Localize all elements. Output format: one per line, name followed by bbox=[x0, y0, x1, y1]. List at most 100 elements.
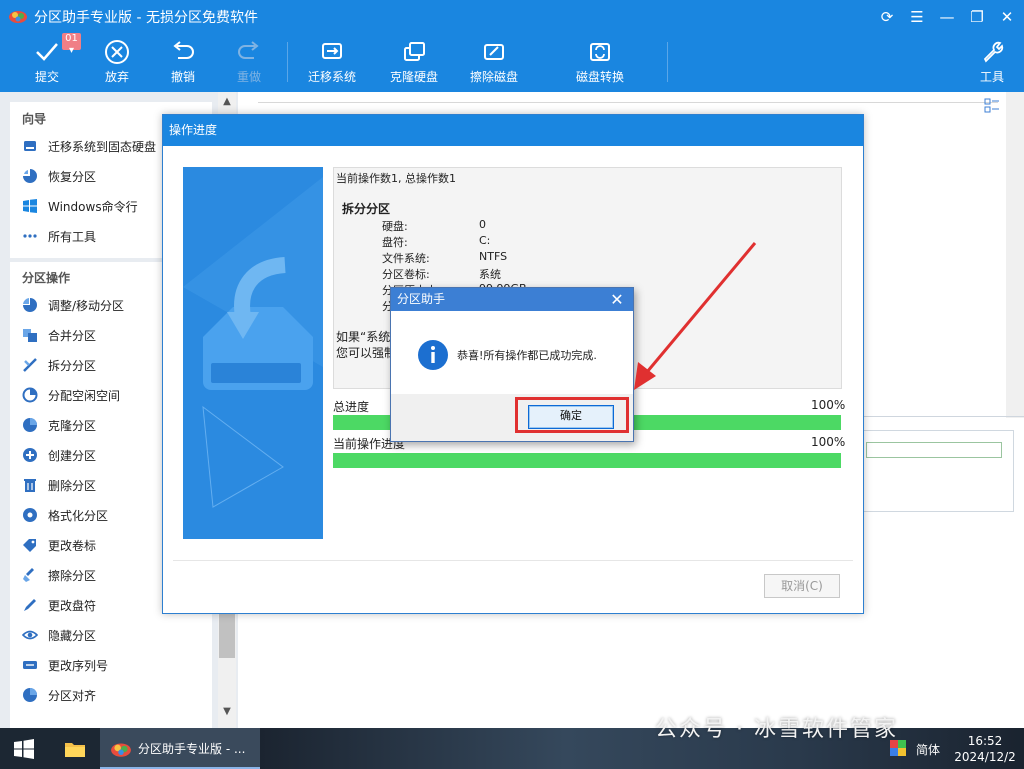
discard-button[interactable]: 放弃 bbox=[92, 38, 142, 88]
sidebar-item-label: 合并分区 bbox=[48, 328, 97, 343]
sidebar-item-label: 更改卷标 bbox=[48, 538, 97, 553]
hide-partition-icon bbox=[22, 627, 38, 643]
partition-bar[interactable] bbox=[866, 442, 1002, 458]
main-scrollbar[interactable] bbox=[1006, 92, 1024, 418]
taskbar-app-label: 分区助手专业版 - ... bbox=[138, 742, 246, 756]
log-field-key: 盘符: bbox=[382, 236, 408, 249]
sidebar-item-label: Windows命令行 bbox=[48, 199, 138, 214]
drive-letter-icon bbox=[22, 597, 38, 613]
view-toggle-icon[interactable] bbox=[984, 98, 1000, 114]
wizard-header: 向导 bbox=[22, 112, 47, 126]
sidebar-item-label: 删除分区 bbox=[48, 478, 97, 493]
clock-time: 16:52 bbox=[967, 734, 1003, 748]
convert-disk-icon bbox=[570, 38, 630, 66]
disk-convert-button[interactable]: 磁盘转换 bbox=[570, 38, 630, 88]
undo-arrow-icon bbox=[158, 38, 208, 66]
refresh-icon[interactable]: ⟳ bbox=[874, 6, 900, 28]
wipe-label: 擦除磁盘 bbox=[469, 70, 518, 84]
scroll-up-icon[interactable]: ▲ bbox=[219, 96, 235, 112]
windows-icon bbox=[22, 198, 38, 214]
progress-dialog-title-text: 操作进度 bbox=[169, 123, 218, 137]
sidebar-item-label: 迁移系统到固态硬盘 bbox=[48, 139, 157, 154]
sidebar-item-label: 分配空闲空间 bbox=[48, 388, 121, 403]
undo-label: 撤销 bbox=[170, 70, 195, 84]
close-icon[interactable]: ✕ bbox=[994, 6, 1020, 28]
clone-disk-button[interactable]: 克隆硬盘 bbox=[384, 38, 444, 88]
sidebar-item-align-partition[interactable]: 分区对齐 bbox=[22, 684, 212, 706]
sidebar-item-label: 拆分分区 bbox=[48, 358, 97, 373]
sidebar-item-label: 隐藏分区 bbox=[48, 628, 97, 643]
cancel-circle-icon bbox=[92, 38, 142, 66]
wrench-icon bbox=[970, 38, 1014, 66]
tools-button[interactable]: 工具 bbox=[970, 38, 1014, 88]
cancel-button[interactable]: 取消(C) bbox=[764, 574, 840, 598]
redo-label: 重做 bbox=[236, 70, 261, 84]
sidebar-item-serial-number[interactable]: 更改序列号 bbox=[22, 654, 212, 676]
minimize-icon[interactable]: — bbox=[934, 6, 960, 28]
current-progress-value: 100% bbox=[811, 435, 846, 449]
scroll-down-icon[interactable]: ▼ bbox=[219, 706, 235, 722]
taskbar-clock[interactable]: 16:52 2024/12/2 bbox=[950, 733, 1020, 765]
migrate-disk-icon bbox=[302, 38, 362, 66]
log-note-line: 您可以强制 bbox=[336, 346, 397, 360]
tools-label: 工具 bbox=[979, 70, 1004, 84]
annotation-arrow bbox=[634, 242, 757, 390]
watermark: 公众号 · 冰雪软件管家 bbox=[655, 717, 898, 742]
menu-icon[interactable]: ☰ bbox=[904, 6, 930, 28]
log-field-key: 分区卷标: bbox=[382, 268, 430, 281]
file-explorer-icon[interactable] bbox=[64, 739, 86, 759]
delete-partition-icon bbox=[22, 477, 38, 493]
total-progress-label: 总进度 bbox=[333, 400, 370, 414]
log-field-key: 硬盘: bbox=[382, 220, 408, 233]
current-progress-bar bbox=[333, 453, 841, 468]
split-partition-icon bbox=[22, 357, 38, 373]
sidebar-item-label: 更改盘符 bbox=[48, 598, 97, 613]
wipe-disk-button[interactable]: 擦除磁盘 bbox=[464, 38, 524, 88]
recover-partition-icon bbox=[22, 168, 38, 184]
log-field-value: 系统 bbox=[479, 268, 501, 281]
taskbar-wallpaper bbox=[260, 728, 1024, 769]
redo-arrow-icon bbox=[224, 38, 274, 66]
sidebar-item-label: 格式化分区 bbox=[48, 508, 109, 523]
app-logo-icon bbox=[9, 11, 27, 23]
sidebar-scroll-thumb[interactable] bbox=[219, 612, 235, 658]
sidebar-item-label: 更改序列号 bbox=[48, 658, 109, 673]
log-note-line: 如果“系统 bbox=[336, 330, 391, 344]
discard-label: 放弃 bbox=[104, 70, 129, 84]
pending-count-badge: 01 ▾ bbox=[62, 33, 81, 56]
clone-disk-icon bbox=[384, 38, 444, 66]
windows-start-icon[interactable] bbox=[14, 739, 34, 759]
wipe-partition-icon bbox=[22, 567, 38, 583]
main-divider bbox=[258, 102, 998, 103]
app-logo-icon bbox=[111, 743, 131, 757]
log-field-key: 文件系统: bbox=[382, 252, 430, 265]
progress-illustration bbox=[183, 167, 323, 539]
ime-indicator[interactable]: 简体 bbox=[916, 741, 940, 758]
undo-button[interactable]: 撤销 bbox=[158, 38, 208, 88]
migrate-os-button[interactable]: 迁移系统 bbox=[302, 38, 362, 88]
redo-button[interactable]: 重做 bbox=[224, 38, 274, 88]
progress-dialog-title: 操作进度 bbox=[163, 115, 863, 146]
log-field-value: NTFS bbox=[479, 250, 508, 263]
toolbar-divider bbox=[287, 42, 288, 82]
dialog-divider bbox=[173, 560, 853, 561]
message-box-title-text: 分区助手 bbox=[397, 292, 446, 306]
clone-label: 克隆硬盘 bbox=[389, 70, 438, 84]
restore-icon[interactable]: ❐ bbox=[964, 6, 990, 28]
toolbar-divider bbox=[667, 42, 668, 82]
info-icon bbox=[418, 340, 448, 370]
sidebar-item-label: 所有工具 bbox=[48, 229, 97, 244]
wipe-disk-icon bbox=[464, 38, 524, 66]
log-current-line: 当前操作数1, 总操作数1 bbox=[336, 172, 456, 185]
merge-partition-icon bbox=[22, 327, 38, 343]
resize-partition-icon bbox=[22, 297, 38, 313]
format-partition-icon bbox=[22, 507, 38, 523]
align-partition-icon bbox=[22, 687, 38, 703]
sidebar-item-label: 分区对齐 bbox=[48, 688, 97, 703]
download-disk-icon bbox=[183, 177, 323, 508]
partition-ops-header: 分区操作 bbox=[22, 271, 71, 285]
sidebar-item-hide-partition[interactable]: 隐藏分区 bbox=[22, 624, 212, 646]
main-split-line bbox=[862, 416, 1024, 417]
migrate-ssd-icon bbox=[22, 138, 38, 154]
clock-date: 2024/12/2 bbox=[954, 750, 1016, 764]
